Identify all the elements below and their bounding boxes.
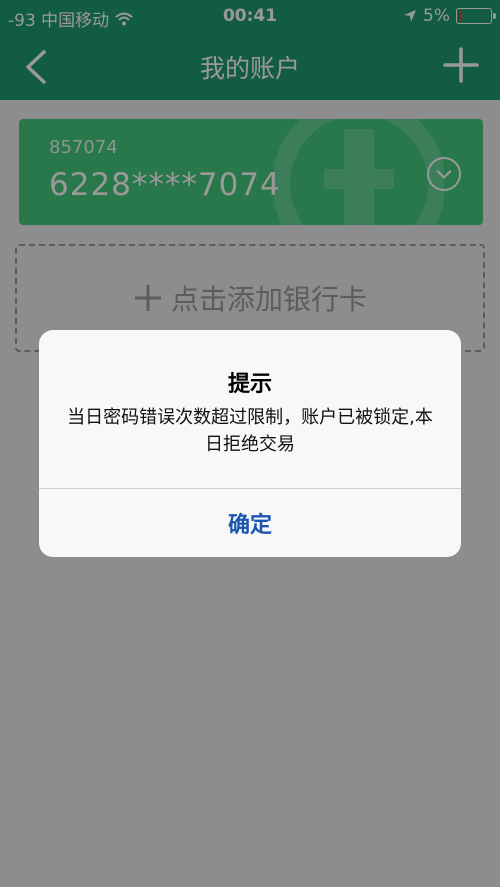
dialog-title: 提示 (227, 372, 272, 397)
dialog-message: 当日密码错误次数超过限制，账户已被锁定,本日拒绝交易 (67, 407, 433, 455)
confirm-button[interactable]: 确定 (39, 489, 461, 557)
alert-dialog: 提示 当日密码错误次数超过限制，账户已被锁定,本日拒绝交易 确定 (39, 330, 461, 557)
